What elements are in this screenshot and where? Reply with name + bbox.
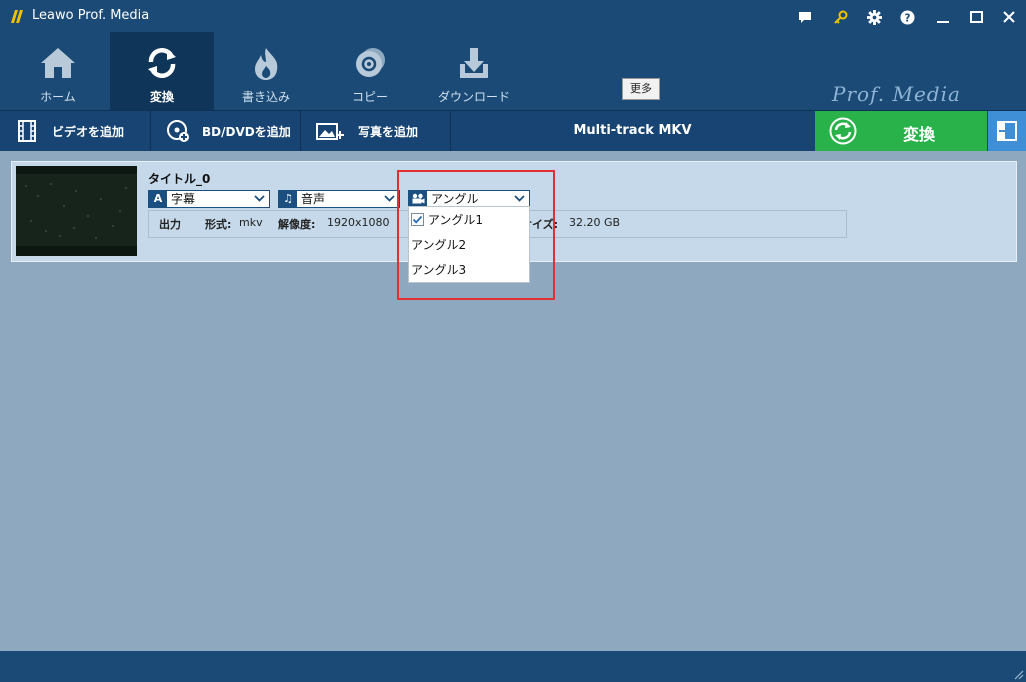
nav-burn[interactable]: 書き込み <box>214 32 318 110</box>
nav-home-label: ホーム <box>40 90 76 104</box>
add-video-label: ビデオを追加 <box>52 124 125 139</box>
gear-icon[interactable] <box>863 6 885 28</box>
add-photo-label: 写真を追加 <box>358 124 419 139</box>
app-logo-icon <box>11 10 23 23</box>
maximize-icon[interactable] <box>965 6 987 28</box>
highlight-box <box>397 170 555 300</box>
panel-toggle-icon <box>997 121 1017 141</box>
nav-burn-label: 書き込み <box>241 90 290 104</box>
minimize-icon[interactable] <box>932 6 954 28</box>
title-bar: Leawo Prof. Media ? <box>0 0 1026 32</box>
format-value: mkv <box>239 216 263 229</box>
chevron-down-icon <box>384 195 395 202</box>
resolution-label: 解像度: <box>278 218 316 231</box>
photo-add-icon <box>316 123 344 140</box>
nav-home[interactable]: ホーム <box>6 32 110 110</box>
disc-add-icon <box>167 120 189 142</box>
svg-text:?: ? <box>904 12 910 24</box>
chevron-down-icon <box>254 195 265 202</box>
video-thumbnail[interactable] <box>16 166 137 256</box>
audio-select-value: 音声 <box>301 192 326 206</box>
home-icon <box>41 48 75 78</box>
nav-copy-label: コピー <box>351 90 388 104</box>
subtitle-select[interactable]: A 字幕 <box>148 190 270 208</box>
download-icon <box>460 48 488 78</box>
nav-convert[interactable]: 変換 <box>110 32 214 110</box>
film-icon <box>18 120 36 142</box>
key-icon[interactable] <box>830 6 852 28</box>
nav-convert-label: 変換 <box>149 90 174 104</box>
add-photo-button[interactable]: 写真を追加 <box>316 111 418 151</box>
add-bd-dvd-label: BD/DVDを追加 <box>202 124 291 139</box>
toolbar-divider <box>150 111 151 151</box>
convert-icon <box>829 117 857 145</box>
add-video-button[interactable]: ビデオを追加 <box>16 111 124 151</box>
action-toolbar: ビデオを追加 BD/DVDを追加 写真を追加 Multi-track MKV 変… <box>0 110 1026 151</box>
subtitle-select-value: 字幕 <box>171 192 196 206</box>
sidebar-toggle-button[interactable] <box>988 111 1026 151</box>
resize-grip-icon <box>1014 670 1024 680</box>
add-bd-dvd-button[interactable]: BD/DVDを追加 <box>166 111 291 151</box>
convert-button[interactable]: 変換 <box>815 111 987 151</box>
window-title: Leawo Prof. Media <box>32 8 150 23</box>
copy-icon <box>356 48 385 77</box>
convert-button-label: 変換 <box>903 125 936 144</box>
brand-logo: Prof. Media <box>832 82 961 106</box>
item-title: タイトル_0 <box>148 172 211 186</box>
music-note-icon: ♫ <box>279 191 297 207</box>
output-format-selector[interactable]: Multi-track MKV <box>560 123 705 138</box>
chat-icon[interactable] <box>794 6 816 28</box>
nav-download-label: ダウンロード <box>437 90 510 104</box>
close-icon[interactable] <box>998 6 1020 28</box>
subtitle-icon: A <box>149 191 167 207</box>
resolution-value: 1920x1080 <box>327 216 390 229</box>
more-button[interactable]: 更多 <box>622 78 660 100</box>
audio-select[interactable]: ♫ 音声 <box>278 190 400 208</box>
status-bar <box>0 651 1026 682</box>
nav-copy[interactable]: コピー <box>318 32 422 110</box>
toolbar-divider <box>450 111 451 151</box>
toolbar-divider <box>300 111 301 151</box>
format-label: 形式: <box>205 218 232 231</box>
convert-icon <box>148 48 176 78</box>
help-icon[interactable]: ? <box>896 6 918 28</box>
main-nav: ホーム 変換 書き込み コピー ダウンロード 更多 Prof. Media <box>0 32 1026 122</box>
nav-download[interactable]: ダウンロード <box>422 32 526 110</box>
size-value: 32.20 GB <box>569 216 621 229</box>
output-label: 出力 <box>159 218 181 231</box>
burn-icon <box>255 48 278 80</box>
